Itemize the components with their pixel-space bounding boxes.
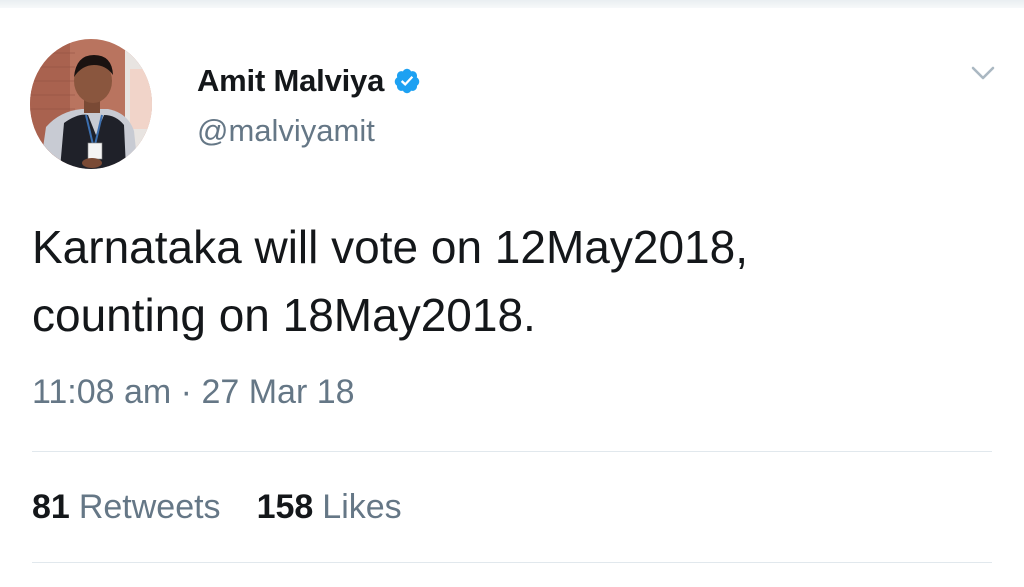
divider-top <box>32 451 992 452</box>
chevron-down-icon[interactable] <box>970 63 996 83</box>
retweets-label: Retweets <box>78 488 221 526</box>
tweet-text: Karnataka will vote on 12May2018, counti… <box>32 213 992 349</box>
tweet-text-line-1: Karnataka will vote on 12May2018, <box>32 221 748 273</box>
likes-stat[interactable]: 158 Likes <box>257 488 402 527</box>
likes-label: Likes <box>322 488 402 526</box>
avatar-image <box>30 39 152 169</box>
tweet-detail: Amit Malviya @malviyamit Karnataka will … <box>0 0 1024 587</box>
tweet-text-line-2: counting on 18May2018. <box>32 289 536 341</box>
author-handle[interactable]: @malviyamit <box>197 113 375 149</box>
avatar[interactable] <box>30 39 152 169</box>
verified-badge-icon <box>393 67 421 95</box>
retweets-count: 81 <box>32 488 70 526</box>
top-divider <box>0 0 1024 8</box>
divider-bottom <box>32 562 992 563</box>
author-display-name[interactable]: Amit Malviya <box>197 63 384 99</box>
retweets-stat[interactable]: 81 Retweets <box>32 488 221 527</box>
tweet-timestamp[interactable]: 11:08 am · 27 Mar 18 <box>32 373 355 412</box>
tweet-stats: 81 Retweets 158 Likes <box>32 488 402 527</box>
likes-count: 158 <box>256 488 314 526</box>
author-name-row[interactable]: Amit Malviya <box>197 60 421 102</box>
